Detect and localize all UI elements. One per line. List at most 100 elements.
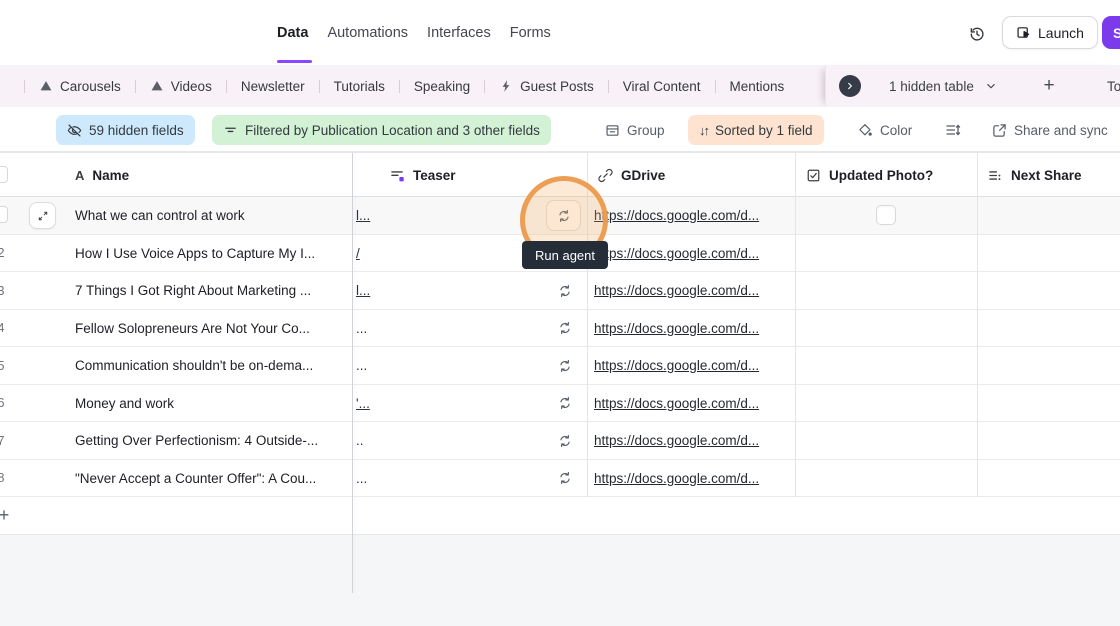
table-row-1[interactable]: What we can control at work l... https:/… (0, 197, 1120, 235)
cell-name[interactable]: What we can control at work (75, 197, 245, 234)
group-label: Group (627, 123, 665, 138)
chevron-right-icon (844, 80, 856, 92)
color-button[interactable]: Color (858, 115, 912, 145)
history-icon[interactable] (965, 22, 989, 46)
table-tab-label: Guest Posts (520, 79, 594, 94)
run-agent-icon (557, 209, 571, 223)
clipped-cell-text: ... (356, 347, 374, 384)
updated-photo-checkbox[interactable] (876, 205, 896, 225)
table-row-8[interactable]: 8 "Never Accept a Counter Offer": A Cou.… (0, 460, 1120, 498)
table-tab-speaking[interactable]: Speaking (400, 65, 484, 107)
tools-menu[interactable]: To (1107, 65, 1120, 107)
share-button[interactable]: S (1102, 16, 1120, 49)
table-tab-carousels[interactable]: Carousels (25, 65, 135, 107)
run-agent-icon[interactable] (556, 460, 574, 497)
table-tab-label: Carousels (60, 79, 121, 94)
table-tab-newsletter[interactable]: Newsletter (227, 65, 319, 107)
cell-name[interactable]: "Never Accept a Counter Offer": A Cou... (75, 460, 316, 497)
gdrive-link[interactable]: https://docs.google.com/d... (594, 272, 759, 309)
column-header-next-share[interactable]: Next Share (988, 153, 1082, 197)
scroll-tables-right-button[interactable] (839, 75, 861, 97)
filter-button[interactable]: Filtered by Publication Location and 3 o… (212, 115, 551, 145)
column-header-label: GDrive (621, 168, 665, 183)
table-tab-label: Newsletter (241, 79, 305, 94)
row-number: 6 (0, 385, 8, 422)
row-number: 8 (0, 460, 8, 497)
row-checkbox[interactable] (0, 206, 8, 223)
hidden-fields-button[interactable]: 59 hidden fields (56, 115, 195, 145)
gdrive-link[interactable]: https://docs.google.com/d... (594, 310, 759, 347)
clipped-cell-text: / (356, 235, 374, 272)
row-number: 5 (0, 347, 8, 384)
share-and-sync-button[interactable]: Share and sync (992, 115, 1108, 145)
table-tab-label: Tutorials (334, 79, 385, 94)
airtable-app-window: Data Automations Interfaces Forms Launch… (0, 0, 1120, 626)
add-table-button[interactable]: + (1036, 73, 1062, 99)
lightning-icon (499, 79, 513, 93)
gdrive-link[interactable]: https://docs.google.com/d... (594, 422, 759, 459)
clipped-cell-text: '... (356, 385, 374, 422)
cell-name[interactable]: Communication shouldn't be on-dema... (75, 347, 313, 384)
url-field-icon (598, 168, 613, 183)
filter-icon (223, 123, 238, 138)
column-header-label: Teaser (413, 168, 456, 183)
cell-name[interactable]: Fellow Solopreneurs Are Not Your Co... (75, 310, 310, 347)
cell-name[interactable]: Money and work (75, 385, 174, 422)
table-row-5[interactable]: 5 Communication shouldn't be on-dema... … (0, 347, 1120, 385)
tools-label: To (1107, 79, 1120, 94)
hidden-table-label: 1 hidden table (889, 79, 974, 94)
run-agent-icon[interactable] (556, 385, 574, 422)
run-agent-icon[interactable] (556, 272, 574, 309)
tab-data[interactable]: Data (277, 25, 308, 41)
tab-interfaces[interactable]: Interfaces (427, 25, 491, 41)
group-button[interactable]: Group (605, 115, 665, 145)
column-header-teaser[interactable]: Teaser (390, 153, 456, 197)
launch-button-label: Launch (1038, 25, 1084, 41)
run-agent-tooltip: Run agent (522, 241, 608, 269)
table-tab-guest-posts[interactable]: Guest Posts (485, 65, 608, 107)
hidden-table-menu[interactable]: 1 hidden table (889, 65, 998, 107)
row-height-icon (945, 122, 961, 138)
run-agent-icon[interactable] (556, 347, 574, 384)
column-header-updated-photo[interactable]: Updated Photo? (806, 153, 933, 197)
cell-name[interactable]: How I Use Voice Apps to Capture My I... (75, 235, 315, 272)
gdrive-link[interactable]: https://docs.google.com/d... (594, 197, 759, 234)
table-tab-videos[interactable]: Videos (136, 65, 226, 107)
tab-automations[interactable]: Automations (327, 25, 408, 41)
run-agent-icon[interactable] (556, 310, 574, 347)
select-field-icon (988, 168, 1003, 183)
table-row-3[interactable]: 3 7 Things I Got Right About Marketing .… (0, 272, 1120, 310)
grid-header-row: A Name Teaser GDrive Updated Photo? Next… (0, 153, 1120, 197)
grid-empty-area (0, 535, 1120, 626)
table-row-4[interactable]: 4 Fellow Solopreneurs Are Not Your Co...… (0, 310, 1120, 348)
table-tab-tutorials[interactable]: Tutorials (320, 65, 399, 107)
gdrive-link[interactable]: https://docs.google.com/d... (594, 347, 759, 384)
table-row-7[interactable]: 7 Getting Over Perfectionism: 4 Outside-… (0, 422, 1120, 460)
tab-forms[interactable]: Forms (510, 25, 551, 41)
ai-field-icon (390, 168, 405, 183)
clipped-cell-text: l... (356, 272, 374, 309)
table-row-6[interactable]: 6 Money and work '... https://docs.googl… (0, 385, 1120, 423)
gdrive-link[interactable]: https://docs.google.com/d... (594, 385, 759, 422)
sort-button[interactable]: ↓↑ Sorted by 1 field (688, 115, 824, 145)
expand-record-button[interactable] (29, 202, 56, 229)
add-row-button[interactable]: + (0, 497, 1120, 535)
cell-name[interactable]: Getting Over Perfectionism: 4 Outside-..… (75, 422, 318, 459)
cell-name[interactable]: 7 Things I Got Right About Marketing ... (75, 272, 311, 309)
run-agent-button[interactable] (546, 200, 581, 231)
table-tab-mentions[interactable]: Mentions (716, 65, 799, 107)
column-divider (977, 153, 978, 497)
gdrive-link[interactable]: https://docs.google.com/d... (594, 460, 759, 497)
gdrive-link[interactable]: https://docs.google.com/d... (594, 235, 759, 272)
column-header-name[interactable]: A Name (75, 153, 129, 197)
data-grid: A Name Teaser GDrive Updated Photo? Next… (0, 152, 1120, 626)
paint-icon (858, 123, 873, 138)
launch-button[interactable]: Launch (1002, 16, 1098, 49)
table-tab-viral-content[interactable]: Viral Content (609, 65, 715, 107)
table-tab-label: Viral Content (623, 79, 701, 94)
column-header-gdrive[interactable]: GDrive (598, 153, 665, 197)
run-agent-icon[interactable] (556, 422, 574, 459)
frozen-column-divider[interactable] (352, 153, 353, 593)
select-all-checkbox[interactable] (0, 166, 8, 183)
row-height-button[interactable] (945, 115, 961, 145)
